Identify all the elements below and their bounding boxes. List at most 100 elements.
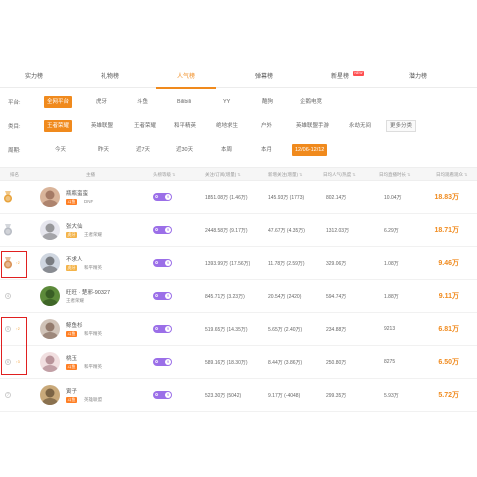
platform-option-kugou[interactable]: 酷狗 xyxy=(259,96,276,108)
col-new-followers[interactable]: 新增关注(增量)⇅ xyxy=(268,168,302,182)
level-number: 9 xyxy=(165,293,171,299)
new-followers-value: 47.67万 (4.35万) xyxy=(268,228,305,234)
streamer-name[interactable]: 鲸鱼杉 xyxy=(66,321,83,329)
table-row[interactable]: ↑2 不求人 虎牙 和平精英 ❂ 9 1393.99万 (17.56万) 11.78万 (2.… xyxy=(0,247,477,280)
period-option-this-week[interactable]: 本周 xyxy=(218,144,235,156)
avatar[interactable] xyxy=(40,352,60,372)
gold-medal-icon xyxy=(3,191,13,203)
new-followers-value: 9.17万 (-4048) xyxy=(268,393,301,399)
col-popularity-label: 日均人气/热度 xyxy=(323,172,352,177)
tab-potential[interactable]: 潜力榜 xyxy=(388,66,448,88)
category-option-lol[interactable]: 英雄联盟 xyxy=(88,120,116,132)
streamer-name[interactable]: 不求人 xyxy=(66,255,83,263)
col-hours[interactable]: 日均直播时长⇅ xyxy=(379,168,410,182)
avg-viewers-value: 5.72万 xyxy=(438,392,459,399)
tab-strength[interactable]: 实力榜 xyxy=(4,66,64,88)
col-followers-label: 关注/订阅(增量) xyxy=(205,172,237,177)
ranking-tabs: 实力榜 礼物榜 人气榜 弹幕榜 新星榜 NEW 潜力榜 xyxy=(0,66,477,89)
col-hours-label: 日均直播时长 xyxy=(379,172,406,177)
level-number: 9 xyxy=(165,359,171,365)
streamer-name[interactable]: 桃玉 xyxy=(66,354,77,362)
period-option-today[interactable]: 今天 xyxy=(52,144,69,156)
table-row[interactable]: 瓶瓶蛮蛮 斗鱼 DNF ❂ 9 1851.08万 (1.46万) 145.93万 (1773… xyxy=(0,181,477,214)
table-header: 排名 主播 头榜等级⇅ 关注/订阅(增量)⇅ 新增关注(增量)⇅ 日均人气/热度… xyxy=(0,167,477,181)
period-option-7days[interactable]: 近7天 xyxy=(133,144,153,156)
category-option-outdoor[interactable]: 户外 xyxy=(258,120,275,132)
platform-filter-label: 平台: xyxy=(8,100,21,106)
new-followers-value: 5.65万 (2.40万) xyxy=(268,327,303,333)
category-option-pubg[interactable]: 绝地求生 xyxy=(213,120,241,132)
level-badge-icon: ❂ 9 xyxy=(153,259,172,267)
avatar[interactable] xyxy=(40,286,60,306)
category-option-hok[interactable]: 王者荣耀 xyxy=(131,120,159,132)
tab-popularity[interactable]: 人气榜 xyxy=(156,66,216,89)
table-row[interactable]: 7 寅子 斗鱼 英雄联盟 ❂ 9 523.30万 (5042) 9.17万 (-4048) 29… xyxy=(0,379,477,412)
tab-newstar[interactable]: 新星榜 NEW xyxy=(310,66,370,88)
level-badge-icon: ❂ 9 xyxy=(153,226,172,234)
col-popularity[interactable]: 日均人气/热度⇅ xyxy=(323,168,356,182)
highlight-box-rank-3 xyxy=(1,251,27,278)
popularity-value: 1312.03万 xyxy=(326,228,350,234)
popularity-value: 594.74万 xyxy=(326,294,347,300)
category-filter: 类目: 王者荣耀 英雄联盟 王者荣耀 和平精英 绝地求生 户外 英雄联盟手游 永… xyxy=(0,118,477,134)
hours-value: 1.88万 xyxy=(384,294,399,300)
streamer-name[interactable]: 旺旺 · 楚邪-90327 xyxy=(66,288,110,296)
period-option-30days[interactable]: 近30天 xyxy=(173,144,196,156)
followers-value: 845.71万 (3.23万) xyxy=(205,294,245,300)
category-option-pubgm[interactable]: 和平精英 xyxy=(171,120,199,132)
level-badge-icon: ❂ 9 xyxy=(153,325,172,333)
avatar[interactable] xyxy=(40,319,60,339)
col-viewers-label: 日均观看观众 xyxy=(436,172,463,177)
avatar[interactable] xyxy=(40,187,60,207)
category-option-selected[interactable]: 王者荣耀 xyxy=(44,120,73,132)
avatar[interactable] xyxy=(40,220,60,240)
streamer-name[interactable]: 张大仙 xyxy=(66,222,83,230)
platform-filter: 平台: 全网平台 虎牙 斗鱼 Bilibili YY 酷狗 企鹅电竞 xyxy=(0,94,477,110)
platform-option-huya[interactable]: 虎牙 xyxy=(93,96,110,108)
period-option-this-month[interactable]: 本月 xyxy=(258,144,275,156)
col-followers[interactable]: 关注/订阅(增量)⇅ xyxy=(205,168,241,182)
table-row[interactable]: 5 ↑2 鲸鱼杉 斗鱼 和平精英 ❂ 9 519.65万 (14.35万) 5.65万 (2.4… xyxy=(0,313,477,346)
game-category: 和平精英 xyxy=(84,364,102,369)
tab-danmaku[interactable]: 弹幕榜 xyxy=(234,66,294,88)
game-category: 王者荣耀 xyxy=(84,232,102,237)
avg-viewers-value: 9.46万 xyxy=(438,260,459,267)
col-level[interactable]: 头榜等级⇅ xyxy=(153,168,175,182)
followers-value: 1393.99万 (17.56万) xyxy=(205,261,251,267)
platform-option-yy[interactable]: YY xyxy=(220,96,233,108)
sort-icon: ⇅ xyxy=(407,172,411,177)
table-row[interactable]: 6 ↑3 桃玉 斗鱼 和平精英 ❂ 9 589.16万 (18.30万) 8.44万 (3.86… xyxy=(0,346,477,379)
period-option-custom-range[interactable]: 12/06-12/12 xyxy=(292,144,328,156)
category-option-lolm[interactable]: 英雄联盟手游 xyxy=(293,120,332,132)
col-viewers[interactable]: 日均观看观众⇅ xyxy=(436,168,467,182)
level-number: 9 xyxy=(165,392,171,398)
platform-option-all[interactable]: 全网平台 xyxy=(44,96,73,108)
followers-value: 2448.58万 (9.17万) xyxy=(205,228,248,234)
category-option-naraka[interactable]: 永劫无间 xyxy=(346,120,374,132)
hours-value: 1.08万 xyxy=(384,261,399,267)
sort-icon: ⇅ xyxy=(172,172,176,177)
period-option-yesterday[interactable]: 昨天 xyxy=(95,144,112,156)
platform-option-bilibili[interactable]: Bilibili xyxy=(174,96,194,108)
avg-viewers-value: 9.11万 xyxy=(438,293,459,300)
table-row[interactable]: 4 旺旺 · 楚邪-90327 王者荣耀 ❂ 9 845.71万 (3.23万) 20.54… xyxy=(0,280,477,313)
platform-option-egame[interactable]: 企鹅电竞 xyxy=(297,96,325,108)
streamer-name[interactable]: 寅子 xyxy=(66,387,77,395)
platform-option-douyu[interactable]: 斗鱼 xyxy=(134,96,151,108)
period-filter-label: 周期: xyxy=(8,148,21,154)
hours-value: 6.29万 xyxy=(384,228,399,234)
hours-value: 8275 xyxy=(384,359,396,365)
level-badge-icon: ❂ 9 xyxy=(153,193,172,201)
table-row[interactable]: 张大仙虎牙 王者荣耀 ❂ 9 2448.58万 (9.17万) 47.67万 (4.35万… xyxy=(0,214,477,247)
avatar[interactable] xyxy=(40,253,60,273)
more-categories-button[interactable]: 更多分类 xyxy=(386,120,417,132)
avatar[interactable] xyxy=(40,385,60,405)
tab-gift[interactable]: 礼物榜 xyxy=(80,66,140,88)
streamer-name[interactable]: 瓶瓶蛮蛮 xyxy=(66,189,88,197)
new-followers-value: 20.54万 (2420) xyxy=(268,294,302,300)
level-badge-icon: ❂ 9 xyxy=(153,358,172,366)
col-new-followers-label: 新增关注(增量) xyxy=(268,172,298,177)
game-category: 英雄联盟 xyxy=(84,397,102,402)
level-badge-icon: ❂ 9 xyxy=(153,292,172,300)
platform-tag: 虎牙 xyxy=(66,232,77,238)
